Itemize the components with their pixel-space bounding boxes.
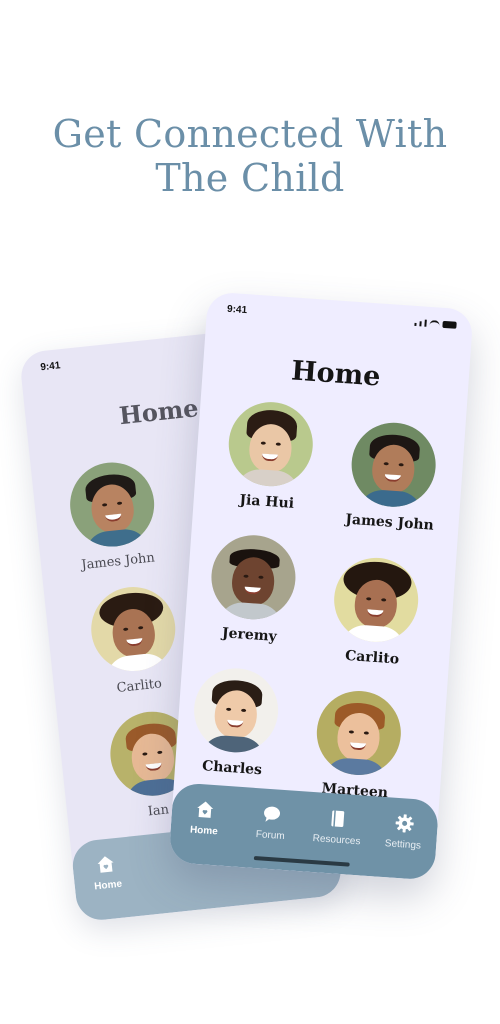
child-name: James John	[344, 511, 435, 534]
child-avatar	[348, 419, 439, 510]
child-name: Jeremy	[221, 625, 278, 646]
child-card[interactable]: Carlito	[74, 581, 195, 699]
headline-line-1: Get Connected With	[52, 112, 448, 156]
battery-icon	[442, 320, 457, 329]
nav-label: Resources	[312, 833, 361, 848]
child-card-marteen[interactable]: Marteen	[299, 687, 416, 802]
child-card-jia-hui[interactable]: Jia Hui	[211, 398, 328, 513]
child-name: James John	[80, 550, 156, 574]
child-avatar	[87, 582, 180, 676]
signal-icon	[414, 322, 417, 327]
child-card-jeremy[interactable]: Jeremy	[194, 532, 311, 647]
nav-label: Settings	[384, 838, 422, 852]
home-indicator	[253, 855, 350, 867]
nav-settings[interactable]: Settings	[373, 810, 436, 852]
gear-icon	[393, 812, 416, 835]
book-icon	[326, 807, 349, 830]
nav-label: Home	[93, 878, 123, 893]
child-name: Jia Hui	[238, 492, 295, 512]
home-icon	[94, 852, 118, 876]
nav-resources[interactable]: Resources	[306, 806, 369, 848]
nav-home[interactable]: Home	[174, 796, 237, 838]
status-time: 9:41	[226, 303, 248, 317]
nav-label: Home	[189, 824, 219, 838]
headline-line-2: The Child	[155, 156, 345, 200]
child-card-carlito[interactable]: Carlito	[317, 554, 434, 669]
child-name: Charles	[201, 758, 263, 779]
headline: Get Connected With The Child	[0, 112, 500, 200]
nav-home[interactable]: Home	[75, 850, 139, 894]
child-avatar	[191, 665, 281, 756]
child-avatar	[65, 458, 159, 551]
status-time: 9:41	[39, 360, 61, 374]
child-avatar	[225, 399, 316, 489]
child-card-james-john[interactable]: James John	[334, 419, 451, 534]
wifi-icon	[429, 319, 440, 328]
child-avatar	[314, 688, 404, 778]
child-name: Carlito	[344, 647, 400, 668]
front-phone-mockup: 9:41 Home Jia Hui James John Jeremy Carl…	[168, 291, 474, 881]
chat-bubble-icon	[260, 802, 283, 825]
status-icons	[414, 319, 457, 329]
nav-label: Forum	[255, 829, 286, 843]
child-avatar	[208, 532, 299, 623]
child-card[interactable]: James John	[53, 457, 174, 575]
child-avatar	[331, 555, 421, 645]
page-title: Home	[290, 355, 382, 393]
home-icon	[194, 798, 217, 821]
child-card-charles[interactable]: Charles	[177, 665, 294, 780]
child-name: Carlito	[115, 676, 163, 697]
nav-forum[interactable]: Forum	[240, 801, 303, 843]
